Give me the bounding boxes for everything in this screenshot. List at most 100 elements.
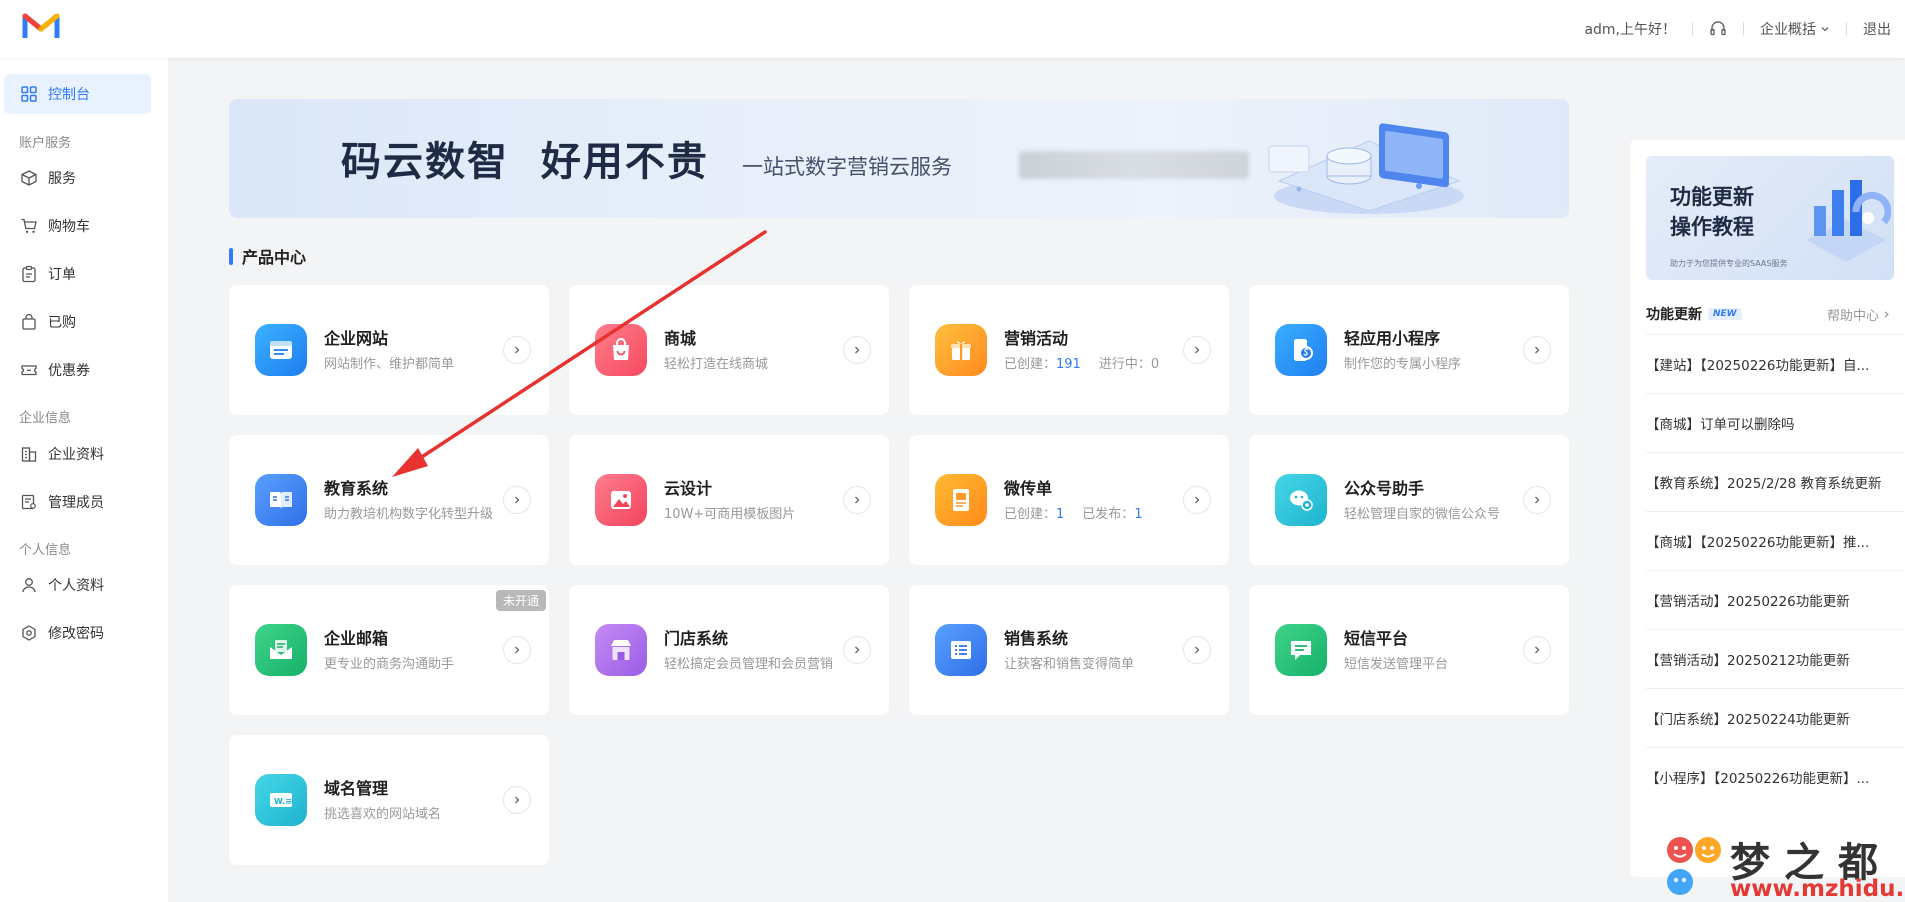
sidebar-item-members[interactable]: 管理成员: [4, 482, 151, 522]
sidebar-item-change-password[interactable]: 修改密码: [4, 613, 151, 653]
product-card-email[interactable]: 未开通 企业邮箱 更专业的商务沟通助手: [229, 585, 549, 715]
list-icon: [935, 624, 987, 676]
blurred-contact: [1019, 151, 1249, 179]
sidebar-item-coupons[interactable]: 优惠券: [4, 350, 151, 390]
chevron-right-icon[interactable]: [503, 486, 531, 514]
sidebar-item-cart[interactable]: 购物车: [4, 206, 151, 246]
sidebar-item-dashboard[interactable]: 控制台: [4, 74, 151, 114]
update-item[interactable]: 【营销活动】20250212功能更新: [1646, 629, 1904, 688]
mascot-logo-icon: [1667, 837, 1721, 895]
created-count: 191: [1056, 357, 1081, 372]
product-card-education[interactable]: 教育系统 助力教培机构数字化转型升级: [229, 435, 549, 565]
help-center-label: 帮助中心: [1826, 308, 1879, 324]
update-item-text: 【营销活动】20250226功能更新: [1646, 594, 1850, 610]
chevron-right-icon[interactable]: [843, 486, 871, 514]
company-overview-menu[interactable]: 企业概括: [1760, 19, 1830, 39]
chevron-right-icon[interactable]: [1523, 486, 1551, 514]
product-name: 云设计: [664, 479, 713, 498]
chevron-right-icon[interactable]: [503, 786, 531, 814]
product-card-sms[interactable]: 短信平台 短信发送管理平台: [1249, 585, 1569, 715]
update-item[interactable]: 【建站】【20250226功能更新】自...: [1646, 334, 1904, 393]
gift-icon: [935, 324, 987, 376]
update-item-text: 【建站】【20250226功能更新】自...: [1646, 358, 1870, 374]
chevron-right-icon[interactable]: [1523, 636, 1551, 664]
product-card-website[interactable]: 企业网站 网站制作、维护都简单: [229, 285, 549, 415]
product-card-mall[interactable]: 商城 轻松打造在线商城: [569, 285, 889, 415]
site-watermark: 梦之都 www.mzhidu.com: [1664, 828, 1905, 902]
logout-link[interactable]: 退出: [1863, 19, 1891, 39]
product-card-flyer[interactable]: 微传单 已创建：1 已发布：1: [909, 435, 1229, 565]
bag-icon: [22, 313, 36, 330]
created-count: 1: [1056, 507, 1065, 522]
product-card-miniprogram[interactable]: 轻应用小程序 制作您的专属小程序: [1249, 285, 1569, 415]
mini-program-icon: [1275, 324, 1327, 376]
sidebar-item-personal-profile[interactable]: 个人资料: [4, 565, 151, 605]
product-card-marketing[interactable]: 营销活动 已创建：191 进行中：0: [909, 285, 1229, 415]
image-icon: [595, 474, 647, 526]
update-item-text: 【门店系统】20250224功能更新: [1646, 712, 1850, 728]
promo-line-2: 操作教程: [1670, 215, 1754, 239]
chevron-right-icon[interactable]: [843, 636, 871, 664]
product-name: 教育系统: [324, 479, 389, 498]
chevron-right-icon[interactable]: [1183, 486, 1211, 514]
update-item[interactable]: 【教育系统】2025/2/28 教育系统更新: [1646, 452, 1904, 511]
product-desc: 助力教培机构数字化转型升级: [324, 507, 494, 522]
product-name: 公众号助手: [1344, 479, 1425, 498]
product-card-cloud-design[interactable]: 云设计 10W+可商用模板图片: [569, 435, 889, 565]
updates-title: 功能更新: [1646, 307, 1702, 323]
update-item[interactable]: 【商城】【20250226功能更新】推...: [1646, 511, 1904, 570]
chevron-right-icon[interactable]: [1523, 336, 1551, 364]
product-name: 营销活动: [1004, 329, 1069, 348]
chevron-right-icon[interactable]: [1183, 636, 1211, 664]
product-name: 短信平台: [1344, 629, 1409, 648]
product-name: 微传单: [1004, 479, 1053, 498]
tutorial-banner[interactable]: 功能更新 操作教程 助力于为您提供专业的SAAS服务: [1646, 156, 1894, 280]
update-item-text: 【小程序】【20250226功能更新】...: [1646, 771, 1870, 787]
user-icon: [22, 578, 36, 593]
update-item[interactable]: 【营销活动】20250226功能更新: [1646, 570, 1904, 629]
chevron-right-icon[interactable]: [503, 636, 531, 664]
product-stats: 已创建：191 进行中：0: [1004, 353, 1159, 372]
chevron-right-icon[interactable]: [843, 336, 871, 364]
banner-title: 码云数智 好用不贵: [341, 139, 709, 185]
chevron-right-icon[interactable]: [503, 336, 531, 364]
update-item[interactable]: 【商城】订单可以删除吗: [1646, 393, 1904, 452]
help-center-link[interactable]: 帮助中心: [1827, 305, 1891, 324]
brand-logo-icon[interactable]: [22, 10, 60, 42]
website-icon: [255, 324, 307, 376]
sidebar-item-purchased[interactable]: 已购: [4, 302, 151, 342]
sidebar-item-label: 控制台: [48, 87, 90, 103]
mail-icon: [255, 624, 307, 676]
update-item[interactable]: 【门店系统】20250224功能更新: [1646, 688, 1904, 747]
updates-header: 功能更新 NEW 帮助中心: [1646, 304, 1891, 324]
chevron-right-icon[interactable]: [1183, 336, 1211, 364]
domain-icon: W.≡: [255, 774, 307, 826]
chevron-down-icon: [1821, 27, 1829, 32]
product-desc: 更专业的商务沟通助手: [324, 657, 455, 672]
update-item[interactable]: 【小程序】【20250226功能更新】...: [1646, 747, 1904, 806]
published-label: 已发布：: [1082, 507, 1135, 522]
product-desc: 轻松管理自家的微信公众号: [1344, 507, 1501, 522]
member-list-icon: [21, 494, 36, 510]
product-name: 企业网站: [324, 329, 389, 348]
promo-banner[interactable]: 码云数智 好用不贵 一站式数字营销云服务: [229, 99, 1569, 218]
product-desc: 轻松打造在线商城: [664, 357, 769, 372]
update-item-text: 【商城】【20250226功能更新】推...: [1646, 535, 1870, 551]
sidebar-item-label: 优惠券: [48, 363, 90, 379]
shopping-bag-icon: [595, 324, 647, 376]
product-card-store[interactable]: 门店系统 轻松搞定会员管理和会员营销: [569, 585, 889, 715]
sidebar-item-service[interactable]: 服务: [4, 158, 151, 198]
message-icon: [1275, 624, 1327, 676]
product-desc: 短信发送管理平台: [1344, 657, 1449, 672]
sidebar-item-label: 企业资料: [48, 447, 104, 463]
grid-icon: [21, 86, 37, 102]
product-card-official-account[interactable]: 公众号助手 轻松管理自家的微信公众号: [1249, 435, 1569, 565]
coupon-icon: [21, 365, 37, 376]
sidebar-item-company-profile[interactable]: 企业资料: [4, 434, 151, 474]
sidebar-item-orders[interactable]: 订单: [4, 254, 151, 294]
product-name: 门店系统: [664, 629, 729, 648]
right-panel: 功能更新 操作教程 助力于为您提供专业的SAAS服务 功能更新 NEW 帮助中心…: [1630, 140, 1905, 877]
headset-icon[interactable]: [1709, 20, 1727, 38]
product-card-domain[interactable]: W.≡ 域名管理 挑选喜欢的网站域名: [229, 735, 549, 865]
product-card-sales[interactable]: 销售系统 让获客和销售变得简单: [909, 585, 1229, 715]
